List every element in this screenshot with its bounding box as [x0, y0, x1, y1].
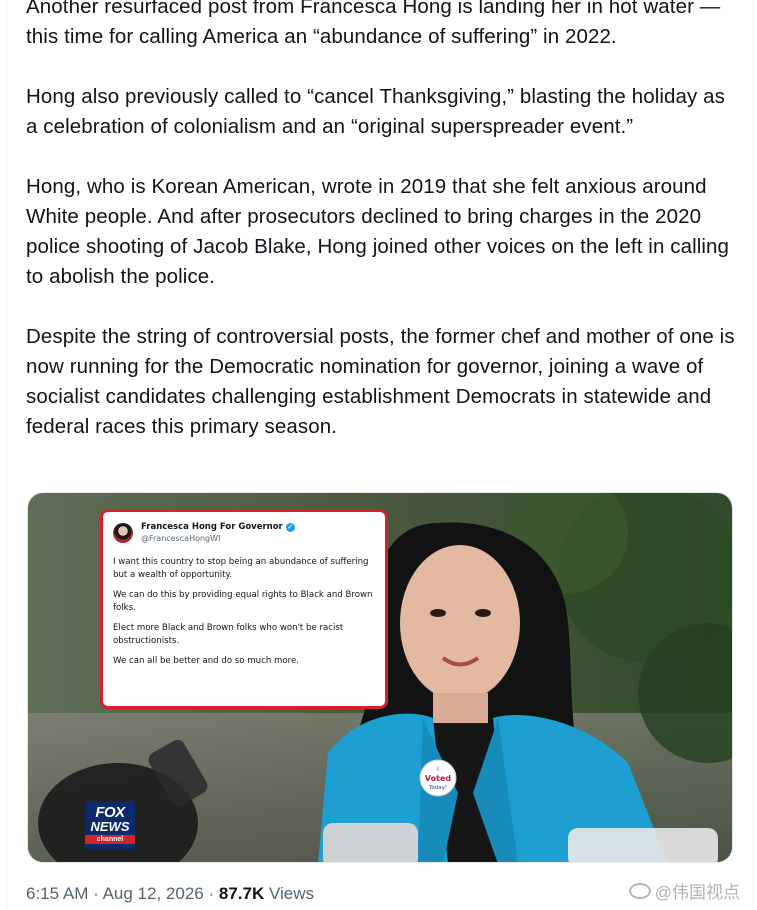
quoted-post-line: We can all be better and do so much more…	[113, 656, 299, 666]
fox-logo-line3: channel	[85, 835, 135, 844]
quoted-post-author: Francesca Hong For Governor ✓ @Francesca…	[141, 522, 295, 544]
quoted-post-header: Francesca Hong For Governor ✓ @Francesca…	[113, 518, 375, 548]
author-handle: @FrancescaHongWI	[141, 534, 221, 543]
post-paragraph: Hong also previously called to “cancel T…	[26, 85, 726, 138]
meta-separator: ·	[208, 884, 215, 903]
post-paragraph: Hong, who is Korean American, wrote in 2…	[26, 175, 730, 288]
sticker-text-2: Voted	[425, 774, 452, 783]
weibo-icon	[628, 882, 651, 899]
quoted-post-line: Elect more Black and Brown folks who won…	[113, 623, 344, 646]
verified-badge-icon: ✓	[285, 523, 295, 532]
post-time-link[interactable]: 6:15 AM	[26, 884, 88, 903]
post-media-photo[interactable]: I Voted Today! Francesca Hong For Govern…	[27, 492, 733, 863]
author-name: Francesca Hong For Governor	[141, 522, 283, 532]
sticker-text-3: Today!	[428, 785, 447, 791]
post-date-link[interactable]: Aug 12, 2026	[103, 884, 204, 903]
quoted-post-line: I want this country to stop being an abu…	[113, 557, 369, 580]
watermark: @伟国视点	[628, 878, 740, 903]
watermark-text: @伟国视点	[654, 883, 740, 902]
meta-separator: ·	[93, 884, 99, 903]
author-name-row: Francesca Hong For Governor ✓	[141, 522, 295, 533]
fox-logo-line1: FOX	[95, 804, 125, 821]
fox-news-logo: FOX NEWS channel	[85, 801, 135, 849]
avatar	[113, 523, 133, 543]
quoted-post-card: Francesca Hong For Governor ✓ @Francesca…	[100, 509, 388, 709]
post-card: Another resurfaced post from Francesca H…	[6, 0, 753, 910]
post-paragraph: Another resurfaced post from Francesca H…	[26, 0, 721, 48]
post-body: Another resurfaced post from Francesca H…	[26, 0, 741, 472]
views-label: Views	[268, 884, 315, 903]
post-paragraph: Despite the string of controversial post…	[26, 325, 735, 438]
views-count: 87.7K	[218, 884, 265, 903]
sticker-text-1: I	[437, 766, 439, 773]
fox-logo-line2: NEWS	[90, 819, 130, 834]
quoted-post-line: We can do this by providing equal rights…	[113, 590, 373, 613]
post-meta: 6:15 AM · Aug 12, 2026 · 87.7K Views	[26, 884, 314, 904]
